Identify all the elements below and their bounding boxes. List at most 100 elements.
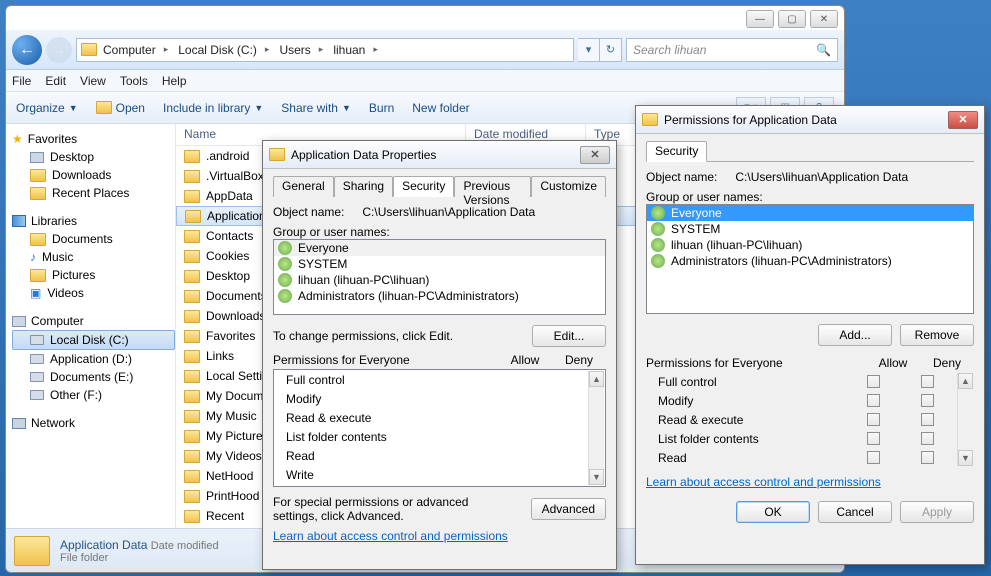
- advanced-button[interactable]: Advanced: [531, 498, 606, 520]
- arrow-right-icon: →: [53, 43, 65, 57]
- allow-checkbox[interactable]: [867, 413, 880, 426]
- scroll-up-button[interactable]: ▲: [958, 373, 973, 389]
- menu-edit[interactable]: Edit: [45, 74, 66, 88]
- folder-icon: [184, 450, 200, 463]
- breadcrumb-segment[interactable]: Users: [275, 43, 327, 57]
- tab-sharing[interactable]: Sharing: [334, 176, 393, 197]
- learn-link[interactable]: Learn about access control and permissio…: [646, 475, 881, 489]
- scroll-down-button[interactable]: ▼: [589, 469, 604, 485]
- minimize-button[interactable]: —: [746, 10, 774, 28]
- cancel-button[interactable]: Cancel: [818, 501, 892, 523]
- add-button[interactable]: Add...: [818, 324, 892, 346]
- menu-tools[interactable]: Tools: [120, 74, 148, 88]
- sidebar-item-drive-f[interactable]: Other (F:): [12, 386, 175, 404]
- close-button[interactable]: ✕: [948, 111, 978, 129]
- tab-general[interactable]: General: [273, 176, 334, 197]
- sidebar-item-pictures[interactable]: Pictures: [12, 266, 175, 284]
- breadcrumb-segment[interactable]: Local Disk (C:): [174, 43, 273, 57]
- list-item[interactable]: lihuan (lihuan-PC\lihuan): [647, 237, 973, 253]
- sidebar-item-recent[interactable]: Recent Places: [12, 184, 175, 202]
- sidebar-item-documents[interactable]: Documents: [12, 230, 175, 248]
- user-icon: [651, 254, 665, 268]
- sidebar-item-drive-c[interactable]: Local Disk (C:): [12, 330, 175, 350]
- folder-icon: [184, 150, 200, 163]
- allow-checkbox[interactable]: [867, 394, 880, 407]
- permission-name: Read: [658, 451, 846, 465]
- forward-button[interactable]: →: [46, 37, 72, 63]
- scrollbar[interactable]: ▲ ▼: [588, 371, 604, 485]
- address-bar[interactable]: Computer Local Disk (C:) Users lihuan: [76, 38, 574, 62]
- file-name: My Videos: [206, 449, 262, 463]
- allow-checkbox[interactable]: [867, 375, 880, 388]
- sidebar-item-drive-d[interactable]: Application (D:): [12, 350, 175, 368]
- user-list[interactable]: Everyone SYSTEM lihuan (lihuan-PC\lihuan…: [646, 204, 974, 314]
- dialog-titlebar[interactable]: Application Data Properties ✕: [263, 141, 616, 169]
- list-item[interactable]: lihuan (lihuan-PC\lihuan): [274, 272, 605, 288]
- user-list[interactable]: Everyone SYSTEM lihuan (lihuan-PC\lihuan…: [273, 239, 606, 315]
- sidebar-item-downloads[interactable]: Downloads: [12, 166, 175, 184]
- sidebar-item-music[interactable]: ♪Music: [12, 248, 175, 266]
- apply-button[interactable]: Apply: [900, 501, 974, 523]
- include-library-button[interactable]: Include in library ▼: [163, 101, 263, 115]
- menu-file[interactable]: File: [12, 74, 31, 88]
- computer-group[interactable]: Computer: [12, 312, 175, 330]
- refresh-button[interactable]: ↻: [600, 38, 622, 62]
- favorites-group[interactable]: ★Favorites: [12, 130, 175, 148]
- organize-button[interactable]: Organize ▼: [16, 101, 78, 115]
- deny-checkbox[interactable]: [921, 413, 934, 426]
- sidebar-item-desktop[interactable]: Desktop: [12, 148, 175, 166]
- ok-button[interactable]: OK: [736, 501, 810, 523]
- network-group[interactable]: Network: [12, 414, 175, 432]
- share-with-button[interactable]: Share with ▼: [281, 101, 351, 115]
- file-name: Recent: [206, 509, 244, 523]
- deny-checkbox[interactable]: [921, 451, 934, 464]
- tab-security[interactable]: Security: [393, 176, 454, 197]
- tab-customize[interactable]: Customize: [531, 176, 606, 197]
- menu-view[interactable]: View: [80, 74, 106, 88]
- remove-button[interactable]: Remove: [900, 324, 974, 346]
- search-input[interactable]: Search lihuan 🔍: [626, 38, 838, 62]
- scrollbar[interactable]: ▲ ▼: [957, 373, 973, 466]
- back-button[interactable]: ←: [12, 35, 42, 65]
- scroll-up-button[interactable]: ▲: [589, 371, 604, 387]
- sidebar-item-videos[interactable]: ▣Videos: [12, 284, 175, 302]
- tab-previous-versions[interactable]: Previous Versions: [454, 176, 531, 197]
- list-item[interactable]: Everyone: [647, 205, 973, 221]
- deny-checkbox[interactable]: [921, 432, 934, 445]
- folder-icon: [184, 430, 200, 443]
- address-dropdown-button[interactable]: ▾: [578, 38, 600, 62]
- edit-button[interactable]: Edit...: [532, 325, 606, 347]
- file-name: .VirtualBox: [206, 169, 264, 183]
- breadcrumb-segment[interactable]: lihuan: [329, 43, 382, 57]
- star-icon: ★: [12, 132, 23, 146]
- deny-checkbox[interactable]: [921, 375, 934, 388]
- window-controls: — ▢ ✕: [746, 10, 838, 28]
- dialog-titlebar[interactable]: Permissions for Application Data ✕: [636, 106, 984, 134]
- scroll-down-button[interactable]: ▼: [958, 450, 973, 466]
- breadcrumb-segment[interactable]: Computer: [99, 43, 172, 57]
- allow-checkbox[interactable]: [867, 432, 880, 445]
- close-button[interactable]: ✕: [580, 146, 610, 164]
- deny-header: Deny: [552, 353, 606, 367]
- list-item[interactable]: Administrators (lihuan-PC\Administrators…: [647, 253, 973, 269]
- list-item[interactable]: Administrators (lihuan-PC\Administrators…: [274, 288, 605, 304]
- permissions-list[interactable]: Full controlModifyRead & executeList fol…: [273, 369, 606, 487]
- close-button[interactable]: ✕: [810, 10, 838, 28]
- open-button[interactable]: Open: [96, 100, 145, 116]
- libraries-group[interactable]: Libraries: [12, 212, 175, 230]
- list-item[interactable]: SYSTEM: [274, 256, 605, 272]
- list-item[interactable]: Everyone: [274, 240, 605, 256]
- sidebar-item-drive-e[interactable]: Documents (E:): [12, 368, 175, 386]
- learn-link[interactable]: Learn about access control and permissio…: [273, 529, 508, 543]
- maximize-button[interactable]: ▢: [778, 10, 806, 28]
- permissions-list[interactable]: Full controlModifyRead & executeList fol…: [646, 372, 974, 467]
- menu-help[interactable]: Help: [162, 74, 187, 88]
- burn-button[interactable]: Burn: [369, 101, 394, 115]
- new-folder-button[interactable]: New folder: [412, 101, 469, 115]
- tab-security[interactable]: Security: [646, 141, 707, 162]
- folder-icon: [184, 390, 200, 403]
- list-item[interactable]: SYSTEM: [647, 221, 973, 237]
- deny-checkbox[interactable]: [921, 394, 934, 407]
- allow-checkbox[interactable]: [867, 451, 880, 464]
- folder-icon: [14, 536, 50, 566]
